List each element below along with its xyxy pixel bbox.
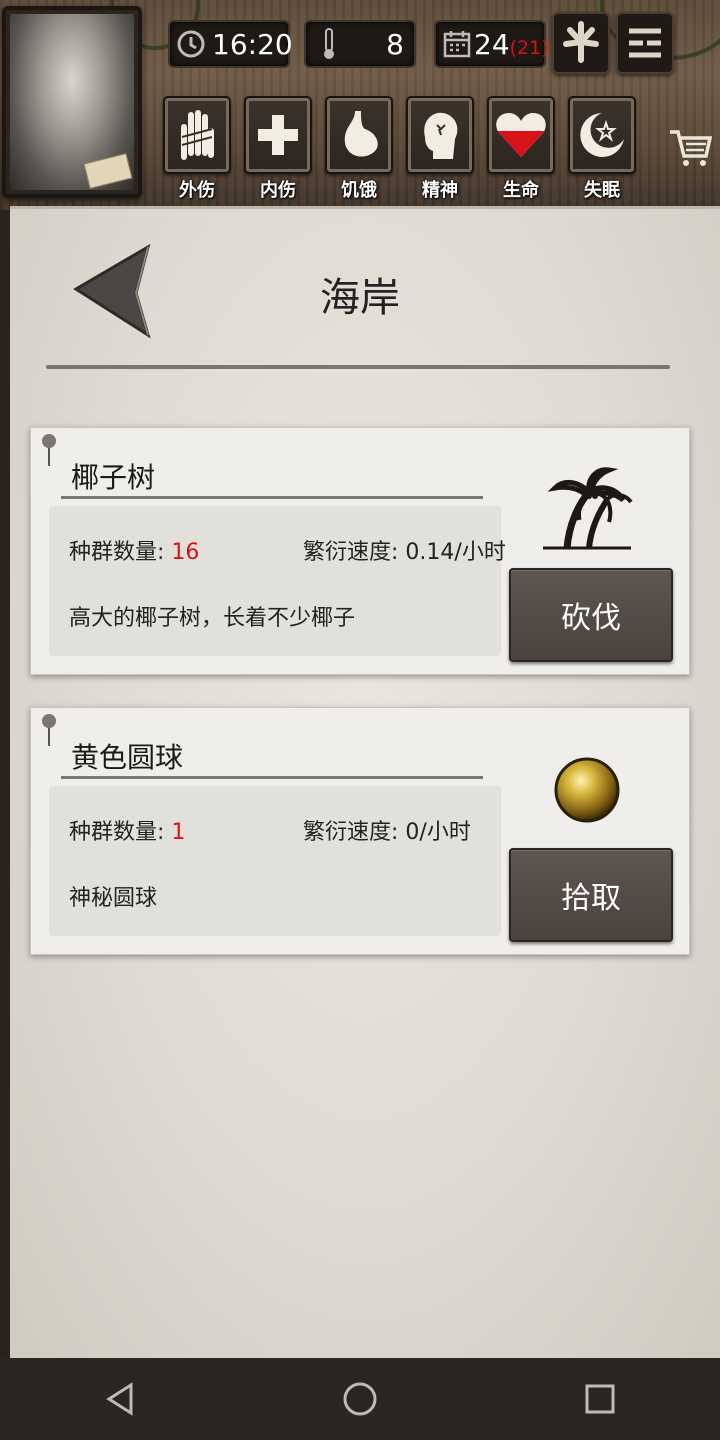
status-hunger[interactable]: 饥饿	[324, 96, 394, 202]
yellow-orb-icon	[537, 742, 637, 838]
rate-value: 0/小时	[405, 820, 471, 845]
nav-home-button[interactable]	[330, 1369, 390, 1429]
population-label: 种群数量:	[69, 540, 165, 565]
resource-description: 神秘圆球	[69, 886, 158, 911]
leaf-icon	[563, 21, 599, 63]
pickup-button[interactable]: 拾取	[509, 848, 673, 942]
menu-button[interactable]	[616, 12, 674, 74]
menu-icon	[629, 28, 661, 58]
status-health[interactable]: 生命	[486, 96, 556, 202]
status-internal[interactable]: 内伤	[243, 96, 313, 202]
chop-button[interactable]: 砍伐	[509, 568, 673, 662]
resource-name: 黄色圆球	[71, 741, 184, 774]
square-recents-icon	[585, 1384, 615, 1414]
clock-display: 16:20	[168, 20, 293, 68]
rate-value: 0.14/小时	[405, 540, 506, 565]
temperature-value: 8	[386, 27, 404, 61]
status-label: 内伤	[260, 180, 296, 201]
name-divider	[61, 496, 483, 499]
moon-icon	[568, 96, 636, 174]
pin-icon	[42, 434, 56, 466]
top-status-bar: 16:20 8 24(21) 外伤 内伤 饥饿 精神 生命 失眠	[0, 0, 720, 210]
status-insomnia[interactable]: 失眠	[567, 96, 637, 202]
system-nav-bar	[0, 1358, 720, 1440]
title-divider	[46, 365, 670, 369]
leaf-button[interactable]	[552, 12, 610, 74]
resource-card: 黄色圆球 种群数量: 1 繁衍速度: 0/小时 神秘圆球 拾取	[30, 707, 690, 955]
location-panel: 海岸 椰子树 种群数量: 16 繁衍速度: 0.14/小时 高大的椰子树，长着不…	[10, 206, 720, 1360]
status-injury[interactable]: 外伤	[162, 96, 232, 202]
resource-info: 种群数量: 16 繁衍速度: 0.14/小时 高大的椰子树，长着不少椰子	[49, 506, 506, 656]
status-label: 精神	[422, 180, 458, 201]
shop-cart-button[interactable]	[668, 128, 713, 168]
circle-home-icon	[343, 1382, 377, 1416]
day-value: 24	[474, 27, 510, 61]
population-value: 1	[171, 820, 186, 845]
page-title: 海岸	[320, 275, 400, 321]
pin-icon	[42, 714, 56, 746]
day-display: 24(21)	[434, 20, 549, 68]
rate-label: 繁衍速度:	[303, 540, 399, 565]
population-label: 种群数量:	[69, 820, 165, 845]
plus-icon	[244, 96, 312, 174]
status-label: 失眠	[584, 180, 620, 201]
stomach-icon	[325, 96, 393, 174]
status-label: 外伤	[179, 180, 215, 201]
population-value: 16	[171, 540, 200, 565]
temperature-display: 8	[304, 20, 416, 68]
time-value: 16:20	[212, 27, 293, 61]
name-divider	[61, 776, 483, 779]
status-spirit[interactable]: 精神	[405, 96, 475, 202]
resource-description: 高大的椰子树，长着不少椰子	[69, 606, 356, 631]
day-extra: (21)	[509, 36, 549, 59]
resource-info: 种群数量: 1 繁衍速度: 0/小时 神秘圆球	[49, 786, 501, 936]
cart-icon	[670, 130, 713, 166]
nav-recents-button[interactable]	[570, 1369, 630, 1429]
head-icon	[406, 96, 474, 174]
rate-label: 繁衍速度:	[303, 820, 399, 845]
status-label: 饥饿	[341, 180, 377, 201]
resource-card: 椰子树 种群数量: 16 繁衍速度: 0.14/小时 高大的椰子树，长着不少椰子…	[30, 427, 690, 675]
calendar-icon	[442, 27, 472, 61]
clock-icon	[176, 27, 206, 61]
character-portrait[interactable]	[2, 6, 142, 198]
resource-name: 椰子树	[71, 461, 156, 494]
thermometer-icon	[312, 27, 346, 61]
nav-back-button[interactable]	[90, 1369, 150, 1429]
bandaged-hand-icon	[163, 96, 231, 174]
triangle-back-icon	[106, 1382, 133, 1416]
palm-tree-icon	[537, 462, 637, 558]
heart-icon	[487, 96, 555, 174]
status-label: 生命	[503, 180, 539, 201]
